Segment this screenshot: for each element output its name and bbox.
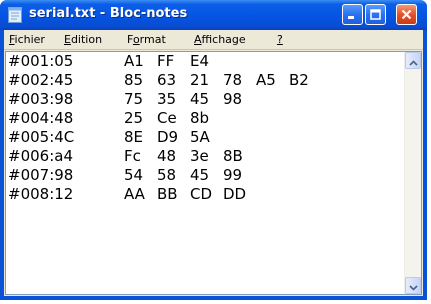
menu-affichage[interactable]: Affichage <box>194 33 246 46</box>
text-line: #001:05 A1 FF E4 <box>8 52 401 71</box>
close-button[interactable] <box>396 4 417 25</box>
line-address: #001:05 <box>8 52 74 70</box>
minimize-icon <box>347 5 358 24</box>
line-byte: Fc <box>124 147 141 165</box>
line-byte: 85 <box>124 71 144 89</box>
line-byte: 63 <box>157 71 177 89</box>
line-byte: 98 <box>223 90 243 108</box>
text-content[interactable]: #001:05 A1 FF E4 #002:45 85 63 21 78 A5 B2 #003:98 7… <box>8 52 401 294</box>
text-line: #002:45 85 63 21 78 A5 B2 <box>8 71 401 90</box>
line-byte: 25 <box>124 109 144 127</box>
menu-help[interactable]: ? <box>277 33 283 46</box>
line-byte: A1 <box>124 52 144 70</box>
line-byte: 58 <box>157 166 177 184</box>
line-byte: FF <box>157 52 175 70</box>
line-byte: BB <box>157 185 178 203</box>
text-line: #003:98 75 35 45 98 <box>8 90 401 109</box>
line-byte: Ce <box>157 109 177 127</box>
vertical-scrollbar[interactable] <box>404 52 421 294</box>
line-address: #006:a4 <box>8 147 73 165</box>
line-byte: 21 <box>190 71 210 89</box>
line-address: #004:48 <box>8 109 74 127</box>
line-byte: 8b <box>190 109 210 127</box>
scroll-up-button[interactable] <box>405 52 421 69</box>
maximize-button[interactable] <box>365 4 386 25</box>
window-title: serial.txt - Bloc-notes <box>29 6 188 21</box>
line-byte: 35 <box>157 90 177 108</box>
menu-edition[interactable]: Edition <box>64 33 102 46</box>
line-byte: 54 <box>124 166 144 184</box>
close-icon <box>401 5 412 24</box>
menu-bar: Fichier Edition Format Affichage ? <box>4 30 423 50</box>
line-byte: AA <box>124 185 145 203</box>
line-address: #005:4C <box>8 128 75 146</box>
scroll-down-button[interactable] <box>405 277 421 294</box>
notepad-window: serial.txt - Bloc-notes Fichier Edition … <box>0 0 427 300</box>
line-byte: CD <box>190 185 213 203</box>
line-address: #002:45 <box>8 71 74 89</box>
line-byte: 45 <box>190 166 210 184</box>
minimize-button[interactable] <box>342 4 363 25</box>
line-byte: 45 <box>190 90 210 108</box>
line-byte: D9 <box>157 128 179 146</box>
text-line: #008:12 AA BB CD DD <box>8 185 401 204</box>
line-byte: B2 <box>289 71 309 89</box>
line-address: #007:98 <box>8 166 74 184</box>
line-byte: 78 <box>223 71 243 89</box>
notepad-icon[interactable] <box>8 7 22 23</box>
window-client-area: Fichier Edition Format Affichage ? #001:… <box>4 30 423 296</box>
line-address: #008:12 <box>8 185 74 203</box>
line-byte: DD <box>223 185 247 203</box>
line-address: #003:98 <box>8 90 74 108</box>
line-byte: E4 <box>190 52 210 70</box>
line-byte: 3e <box>190 147 209 165</box>
menu-format[interactable]: Format <box>127 33 166 46</box>
text-line: #004:48 25 Ce 8b <box>8 109 401 128</box>
arrow-up-icon <box>408 51 418 70</box>
line-byte: A5 <box>256 71 276 89</box>
maximize-icon <box>370 5 381 24</box>
text-line: #005:4C 8E D9 5A <box>8 128 401 147</box>
line-byte: 99 <box>223 166 243 184</box>
line-byte: 8B <box>223 147 243 165</box>
title-bar[interactable]: serial.txt - Bloc-notes <box>0 0 427 30</box>
line-byte: 75 <box>124 90 144 108</box>
text-editor[interactable]: #001:05 A1 FF E4 #002:45 85 63 21 78 A5 B2 #003:98 7… <box>5 51 422 295</box>
arrow-down-icon <box>408 276 418 295</box>
text-line: #007:98 54 58 45 99 <box>8 166 401 185</box>
text-line: #006:a4 Fc 48 3e 8B <box>8 147 401 166</box>
menu-fichier[interactable]: Fichier <box>9 33 45 46</box>
line-byte: 5A <box>190 128 210 146</box>
line-byte: 8E <box>124 128 144 146</box>
line-byte: 48 <box>157 147 177 165</box>
